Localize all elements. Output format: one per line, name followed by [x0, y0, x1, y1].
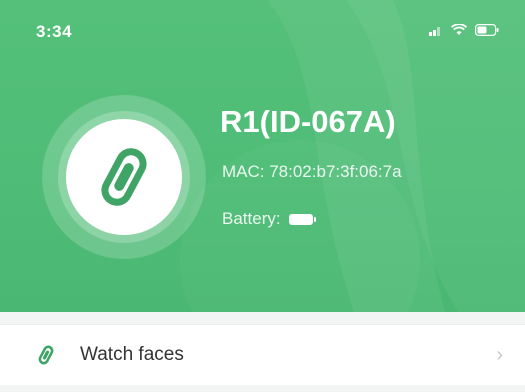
list-item-label: Watch faces [80, 344, 184, 365]
menu-list: Watch faces › [0, 312, 525, 392]
status-time: 3:34 [36, 22, 73, 41]
device-mac: MAC: 78:02:b7:3f:06:7a [222, 162, 402, 181]
band-icon [34, 343, 58, 367]
list-item-watch-faces[interactable]: Watch faces › [0, 324, 525, 385]
device-avatar[interactable] [66, 119, 182, 235]
device-header: 3:34 R1(ID-067A) MAC: 78:02:b7:3f:06:7a … [0, 0, 525, 312]
battery-label: Battery: [222, 209, 281, 228]
signal-icon [429, 26, 440, 36]
device-battery: Battery: [222, 209, 316, 229]
battery-level-icon [288, 213, 316, 225]
chevron-right-icon: › [496, 344, 503, 366]
battery-icon [475, 24, 499, 36]
wifi-icon [451, 24, 467, 35]
status-icons [429, 24, 499, 36]
device-screen: 3:34 R1(ID-067A) MAC: 78:02:b7:3f:06:7a … [0, 0, 525, 392]
band-icon [101, 148, 147, 206]
device-name: R1(ID-067A) [220, 104, 396, 139]
